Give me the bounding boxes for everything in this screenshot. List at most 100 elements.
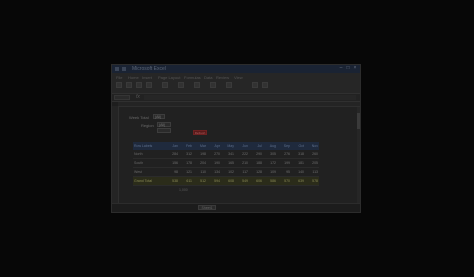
table-cell[interactable]: 205 [305,158,319,168]
table-cell[interactable]: 284 [165,150,179,159]
maximize-icon[interactable]: □ [345,66,351,71]
table-cell[interactable]: 260 [305,150,319,159]
table-cell[interactable]: 121 [179,167,193,177]
pivot-header-cell[interactable]: Nov [305,142,319,150]
table-cell[interactable]: 134 [207,167,221,177]
minimize-icon[interactable]: – [338,66,344,71]
close-icon[interactable]: × [352,66,358,71]
number-format-icon[interactable] [162,82,168,88]
table-cell[interactable]: 98 [165,167,179,177]
table-cell[interactable]: 570 [277,176,291,186]
table-cell[interactable]: 606 [249,176,263,186]
table-cell[interactable]: Grand Total [133,176,165,186]
scrollbar-thumb[interactable] [357,113,360,129]
pivot-header-cell[interactable]: Aug [263,142,277,150]
tab-insert[interactable]: Insert [142,75,152,80]
tab-page-layout[interactable]: Page Layout [158,75,180,80]
table-cell[interactable]: 270 [207,150,221,159]
tab-home[interactable]: Home [128,75,139,80]
table-cell[interactable]: South [133,158,165,168]
tab-formulas[interactable]: Formulas [184,75,201,80]
table-cell[interactable]: 276 [277,150,291,159]
pivot-header-cell[interactable]: Jan [165,142,179,150]
sheet-grid[interactable]: Week Total (All) Region (All) Refresh Ro… [119,107,360,204]
table-cell[interactable]: 594 [207,176,221,186]
pivot-header-cell[interactable]: Feb [179,142,193,150]
table-cell[interactable]: 538 [165,176,179,186]
table-cell[interactable]: 549 [235,176,249,186]
table-cell[interactable]: 190 [207,158,221,168]
name-box[interactable] [114,95,130,100]
table-row: North 284 312 198 270 341 222 290 305 27… [133,150,319,159]
italic-icon[interactable] [136,82,142,88]
table-cell[interactable]: 586 [263,176,277,186]
table-cell[interactable]: 318 [291,150,305,159]
region-dropdown[interactable]: (All) [157,122,171,127]
table-cell[interactable]: 222 [235,150,249,159]
pivot-header-cell[interactable]: May [221,142,235,150]
table-cell[interactable]: 109 [263,167,277,177]
table-cell[interactable]: North [133,150,165,159]
table-cell[interactable]: 608 [221,176,235,186]
tab-data[interactable]: Data [204,75,212,80]
table-cell[interactable]: 578 [305,176,319,186]
insert-cells-icon[interactable] [210,82,216,88]
table-icon[interactable] [194,82,200,88]
status-bar: Sheet1 [112,203,360,212]
pivot-header-row: Row Labels Jan Feb Mar Apr May Jun Jul A… [133,142,319,150]
title-bar: Microsoft Excel – □ × [112,65,360,73]
table-cell[interactable]: 290 [249,150,263,159]
table-cell[interactable]: 102 [221,167,235,177]
pivot-header-cell[interactable]: Oct [291,142,305,150]
table-cell[interactable]: 639 [291,176,305,186]
save-icon[interactable] [122,67,126,71]
fx-icon: fx [136,94,140,100]
table-cell[interactable]: 113 [305,167,319,177]
table-cell[interactable]: 305 [263,150,277,159]
conditional-format-icon[interactable] [178,82,184,88]
table-cell[interactable]: 128 [249,167,263,177]
table-cell[interactable]: 140 [291,167,305,177]
table-cell[interactable]: 95 [277,167,291,177]
table-cell[interactable]: 178 [179,158,193,168]
region-dropdown-2[interactable] [157,128,171,133]
table-cell[interactable]: 210 [235,158,249,168]
table-cell[interactable]: 204 [193,158,207,168]
table-cell[interactable]: 156 [165,158,179,168]
cell-note[interactable]: 1,000 [179,188,188,192]
pivot-header-cell[interactable]: Row Labels [133,142,165,150]
delete-cells-icon[interactable] [226,82,232,88]
tab-file[interactable]: File [116,75,122,80]
table-cell[interactable]: 198 [193,150,207,159]
pivot-header-cell[interactable]: Apr [207,142,221,150]
table-cell[interactable]: 181 [291,158,305,168]
formula-input[interactable] [144,95,356,100]
table-cell[interactable]: 512 [193,176,207,186]
pivot-header-cell[interactable]: Jul [249,142,263,150]
vertical-scrollbar[interactable] [357,107,360,204]
pivot-header-cell[interactable]: Sep [277,142,291,150]
table-cell[interactable]: 341 [221,150,235,159]
paste-icon[interactable] [116,82,122,88]
bold-icon[interactable] [126,82,132,88]
pivot-header-cell[interactable]: Jun [235,142,249,150]
sheet-tab[interactable]: Sheet1 [198,205,216,210]
table-cell[interactable]: 188 [249,158,263,168]
table-cell[interactable]: 199 [277,158,291,168]
table-cell[interactable]: 110 [193,167,207,177]
find-icon[interactable] [262,82,268,88]
tab-review[interactable]: Review [216,75,229,80]
refresh-button[interactable]: Refresh [193,130,207,135]
table-cell[interactable]: West [133,167,165,177]
table-row: West 98 121 110 134 102 117 128 109 95 1… [133,167,319,177]
pivot-header-cell[interactable]: Mar [193,142,207,150]
filter-dropdown[interactable]: (All) [153,114,165,119]
table-cell[interactable]: 165 [221,158,235,168]
tab-view[interactable]: View [234,75,243,80]
align-icon[interactable] [146,82,152,88]
table-cell[interactable]: 117 [235,167,249,177]
table-cell[interactable]: 312 [179,150,193,159]
sort-icon[interactable] [252,82,258,88]
table-cell[interactable]: 172 [263,158,277,168]
table-cell[interactable]: 611 [179,176,193,186]
